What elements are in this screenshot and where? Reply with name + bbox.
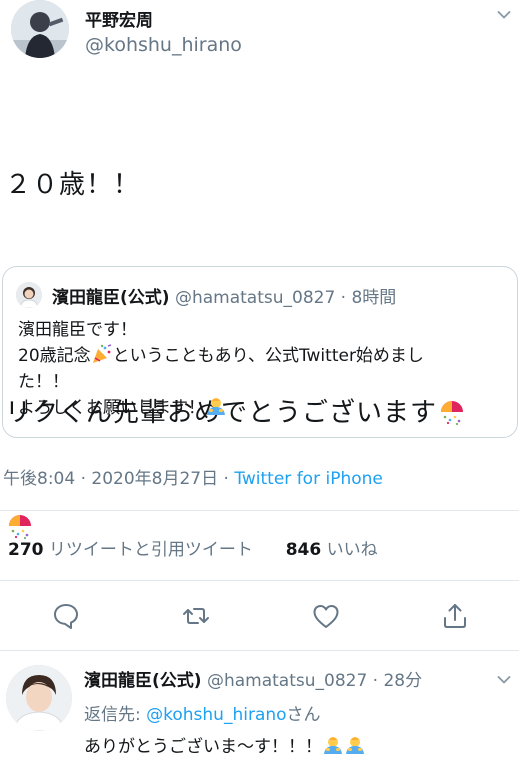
reply-text: ありがとうございま〜す！！！ [84,732,366,757]
person-bowing-icon [344,734,366,756]
retweet-count[interactable]: 270 [8,540,44,560]
reply-author-meta: @hamatatsu_0827 · 28分 [201,671,423,691]
quoted-text-segment: よろしくお願いします！ [18,398,205,418]
quoted-tweet-card[interactable]: 濱田龍臣(公式) @hamatatsu_0827 · 8時間 濱田龍臣です！ 2… [2,266,518,438]
quoted-tweet-header: 濱田龍臣(公式) @hamatatsu_0827 · 8時間 [52,283,396,308]
person-bowing-icon [205,395,227,417]
reply-to-line: 返信先: @kohshu_hiranoさん [84,700,321,725]
share-icon[interactable] [440,601,470,631]
quoted-tweet-text: 濱田龍臣です！ 20歳記念 ということもあり、公式Twitter始めまし た！！ … [18,317,513,421]
reply-author-avatar[interactable] [6,665,72,731]
divider [0,510,519,511]
reply-text-segment: ありがとうございま〜す！！！ [84,737,322,757]
tweet-timestamp: 午後8:04 · 2020年8月27日 · Twitter for iPhone [3,464,383,489]
reply-author-name[interactable]: 濱田龍臣(公式) [84,671,202,691]
tweet-stats: 270 リツイートと引用ツイート 846 いいね [8,535,378,560]
reply-tweet[interactable]: 濱田龍臣(公式) @hamatatsu_0827 · 28分 返信先: @koh… [0,660,519,761]
person-bowing-icon [322,734,344,756]
chevron-down-icon[interactable] [497,10,511,20]
quoted-text-line: 濱田龍臣です！ [18,320,137,340]
tweet-header: 平野宏周 @kohshu_hirano [0,0,519,70]
chevron-down-icon[interactable] [497,675,511,685]
reply-header: 濱田龍臣(公式) @hamatatsu_0827 · 28分 [84,666,422,691]
reply-to-mention[interactable]: @kohshu_hirano [146,705,286,725]
reply-to-prefix: 返信先: [84,705,147,725]
quoted-author-meta: @hamatatsu_0827 · 8時間 [169,288,397,308]
quoted-text-line: た！！ [18,372,69,392]
author-avatar[interactable] [11,0,69,58]
author-handle[interactable]: @kohshu_hirano [85,34,242,56]
author-name[interactable]: 平野宏周 [85,6,153,31]
divider [0,580,519,581]
quoted-author-avatar [16,282,42,308]
divider [0,650,519,651]
party-popper-icon [91,343,113,365]
retweet-label[interactable]: リツイートと引用ツイート [49,540,253,560]
quoted-author-name: 濱田龍臣(公式) [52,288,170,308]
comment-icon[interactable] [51,601,81,631]
like-count[interactable]: 846 [286,540,322,560]
quoted-text-line: 20歳記念 ということもあり、公式Twitter始めまし [18,343,513,369]
quoted-text-segment: ということもあり、公式Twitter始めまし [112,346,424,366]
quoted-text-segment: 20歳記念 [18,346,91,366]
retweet-icon[interactable] [181,601,211,631]
tweet-text-line: ２０歳！！ [5,170,141,200]
tweet-source-link[interactable]: Twitter for iPhone [234,469,383,489]
quoted-text-line: よろしくお願いします！ [18,395,513,421]
like-label[interactable]: いいね [327,540,378,560]
reply-to-suffix: さん [286,705,321,725]
timestamp-text[interactable]: 午後8:04 · 2020年8月27日 · [3,469,234,489]
heart-icon[interactable] [311,601,341,631]
